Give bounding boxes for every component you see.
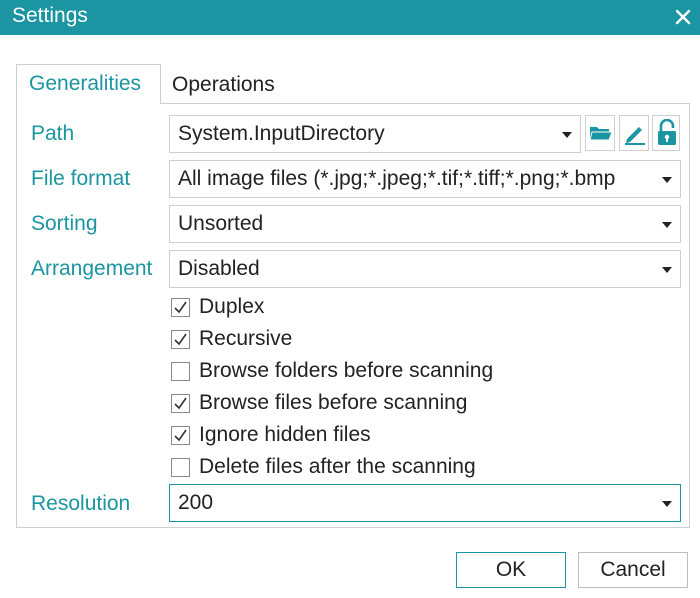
folder-open-icon (589, 127, 613, 141)
resolution-label: Resolution (31, 492, 131, 515)
checkbox-box[interactable] (171, 362, 190, 381)
path-combobox[interactable]: System.InputDirectory (169, 115, 581, 153)
checkbox-label: Browse files before scanning (199, 391, 468, 414)
close-icon[interactable] (674, 8, 692, 26)
arrangement-value: Disabled (178, 257, 260, 280)
checkbox-label: Delete files after the scanning (199, 455, 476, 478)
cancel-button[interactable]: Cancel (578, 552, 688, 588)
checkbox-label: Recursive (199, 327, 293, 350)
ok-button[interactable]: OK (456, 552, 566, 588)
pencil-edit-icon (625, 127, 645, 145)
checkbox-label: Browse folders before scanning (199, 359, 494, 382)
unlock-button[interactable] (652, 115, 680, 151)
tab-operations[interactable]: Operations (160, 66, 287, 103)
checkmark-icon (174, 397, 187, 410)
resolution-combobox[interactable]: 200 (169, 484, 681, 522)
checkmark-icon (174, 301, 187, 314)
browse-folder-button[interactable] (585, 115, 615, 151)
file-format-combobox[interactable]: All image files (*.jpg;*.jpeg;*.tif;*.ti… (169, 160, 681, 198)
arrangement-combobox[interactable]: Disabled (169, 250, 681, 288)
unlock-icon (658, 119, 676, 145)
checkbox-box[interactable] (171, 330, 190, 349)
checkbox-label: Ignore hidden files (199, 423, 371, 446)
chevron-down-icon (662, 177, 672, 183)
path-label: Path (31, 122, 75, 145)
chevron-down-icon (562, 132, 572, 138)
sorting-value: Unsorted (178, 212, 264, 235)
file-format-value: All image files (*.jpg;*.jpeg;*.tif;*.ti… (178, 167, 616, 190)
tab-generalities[interactable]: Generalities (16, 64, 161, 104)
chevron-down-icon (662, 501, 672, 507)
checkbox-box[interactable] (171, 426, 190, 445)
sorting-label: Sorting (31, 212, 98, 235)
edit-path-button[interactable] (619, 115, 649, 151)
sorting-combobox[interactable]: Unsorted (169, 205, 681, 243)
window-title: Settings (12, 4, 88, 27)
checkmark-icon (174, 429, 187, 442)
chevron-down-icon (662, 222, 672, 228)
checkbox-box[interactable] (171, 394, 190, 413)
checkbox-box[interactable] (171, 298, 190, 317)
chevron-down-icon (662, 267, 672, 273)
resolution-value: 200 (178, 491, 214, 514)
arrangement-label: Arrangement (31, 257, 153, 280)
checkbox-box[interactable] (171, 458, 190, 477)
checkbox-label: Duplex (199, 295, 265, 318)
title-bar: Settings (0, 0, 700, 35)
checkmark-icon (174, 333, 187, 346)
file-format-label: File format (31, 167, 131, 190)
path-value: System.InputDirectory (178, 122, 385, 145)
